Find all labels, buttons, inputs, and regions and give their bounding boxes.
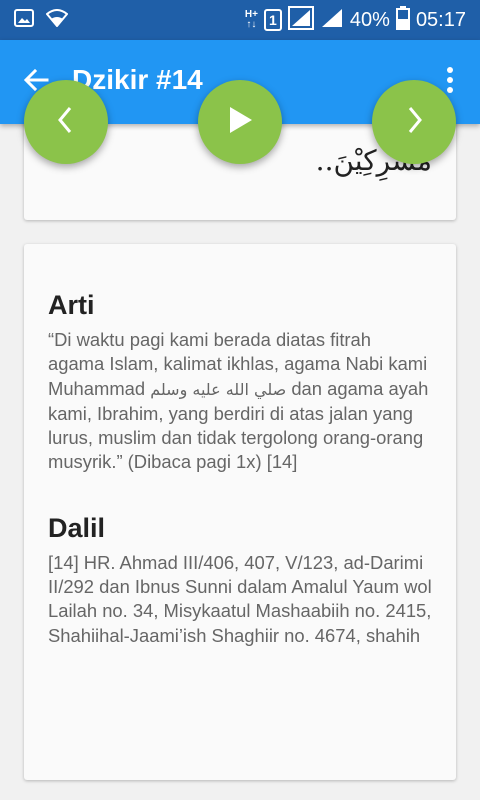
wifi-icon [45, 8, 69, 32]
battery-percent: 40% [349, 8, 390, 31]
battery-icon [395, 5, 410, 35]
dalil-heading: Dalil [48, 512, 106, 543]
signal-icon-2 [320, 7, 344, 34]
translation-card: Arti “Di waktu pagi kami berada diatas f… [24, 244, 456, 780]
chevron-left-icon [54, 104, 78, 141]
dalil-text: [14] HR. Ahmad III/406, 407, V/123, ad-D… [48, 551, 432, 646]
arti-heading: Arti [48, 290, 95, 320]
status-bar: H+ ↑↓ 1 40% 05:17 [0, 0, 480, 40]
play-button[interactable] [198, 80, 282, 164]
arti-arabic-inline: صلي الله عليه وسلم [150, 379, 287, 399]
signal-icon [287, 5, 314, 35]
sim-badge: 1 [263, 9, 282, 31]
clock: 05:17 [415, 8, 466, 31]
image-notification-icon [14, 8, 34, 33]
chevron-right-icon [402, 104, 426, 141]
play-icon [226, 105, 254, 140]
arti-text: “Di waktu pagi kami berada diatas fitrah… [48, 329, 429, 473]
next-button[interactable] [372, 80, 456, 164]
network-type: H+ ↑↓ [244, 9, 258, 30]
more-vertical-icon [446, 66, 454, 99]
previous-button[interactable] [24, 80, 108, 164]
